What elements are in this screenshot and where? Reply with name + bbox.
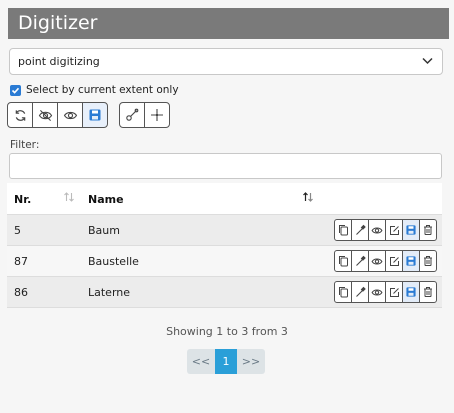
save-all-button[interactable] [82,102,108,128]
edit-button[interactable] [385,250,403,272]
chevron-down-icon [422,57,433,65]
pipette-icon [355,286,366,298]
digitizing-mode-select[interactable]: point digitizing [9,48,443,75]
copy-icon [338,255,349,267]
sort-active-icon[interactable] [302,191,314,203]
eye-icon [371,226,383,235]
sort-icon[interactable] [63,191,75,203]
refresh-button[interactable] [7,102,33,128]
filter-label: Filter: [10,139,40,151]
column-header-nr[interactable]: Nr. [14,193,31,206]
pick-button[interactable] [351,219,369,241]
trash-icon [423,286,433,298]
draw-point-button[interactable] [119,102,145,128]
trash-icon [423,224,433,236]
next-page-button[interactable]: >> [237,349,265,374]
layer-toolbar [7,102,108,128]
edit-icon [389,225,400,236]
save-icon [406,256,416,266]
copy-icon [338,224,349,236]
table-row[interactable]: 5 Baum [7,215,442,246]
save-icon [406,287,416,297]
extent-only-option[interactable]: Select by current extent only [10,83,179,97]
show-button[interactable] [368,219,386,241]
eye-icon [371,257,383,266]
cell-nr: 86 [14,286,28,299]
pick-button[interactable] [351,281,369,303]
show-button[interactable] [368,281,386,303]
row-actions [334,219,437,241]
edit-button[interactable] [385,219,403,241]
cell-nr: 87 [14,255,28,268]
filter-input[interactable] [9,153,442,179]
delete-button[interactable] [419,250,437,272]
eye-icon [371,288,383,297]
draw-point-icon [125,108,139,122]
copy-button[interactable] [334,250,352,272]
eye-icon [63,110,78,121]
save-button[interactable] [402,250,420,272]
table-row[interactable]: 86 Laterne [7,277,442,308]
panel-title: Digitizer [8,8,449,39]
save-button[interactable] [402,281,420,303]
delete-button[interactable] [419,219,437,241]
crosshair-icon [150,108,164,122]
edit-icon [389,256,400,267]
pipette-icon [355,255,366,267]
digitizing-mode-value: point digitizing [18,55,100,68]
refresh-icon [14,109,27,122]
copy-button[interactable] [334,219,352,241]
cell-name: Baum [88,224,120,237]
save-icon [406,225,416,235]
pagination-summary: Showing 1 to 3 from 3 [166,325,288,338]
table-row[interactable]: 87 Baustelle [7,246,442,277]
table-header: Nr. Name [7,183,442,215]
show-button[interactable] [368,250,386,272]
show-all-button[interactable] [57,102,83,128]
cell-name: Laterne [88,286,131,299]
pipette-icon [355,224,366,236]
pick-button[interactable] [351,250,369,272]
copy-button[interactable] [334,281,352,303]
extent-only-label: Select by current extent only [26,84,179,96]
extent-only-checkbox[interactable] [10,84,21,96]
draw-toolbar [119,102,170,128]
save-button[interactable] [402,219,420,241]
page-1-button[interactable]: 1 [215,349,237,374]
save-icon [89,109,101,121]
edit-button[interactable] [385,281,403,303]
trash-icon [423,255,433,267]
eye-slash-icon [38,109,53,122]
row-actions [334,281,437,303]
copy-icon [338,286,349,298]
hide-all-button[interactable] [32,102,58,128]
features-table: Nr. Name 5 Baum 87 Baustelle 86 Laterne [7,183,442,308]
previous-page-button[interactable]: << [187,349,215,374]
column-header-name[interactable]: Name [88,193,124,206]
cell-nr: 5 [14,224,21,237]
pagination: << 1 >> [187,349,265,374]
crosshair-button[interactable] [144,102,170,128]
delete-button[interactable] [419,281,437,303]
edit-icon [389,287,400,298]
cell-name: Baustelle [88,255,139,268]
row-actions [334,250,437,272]
